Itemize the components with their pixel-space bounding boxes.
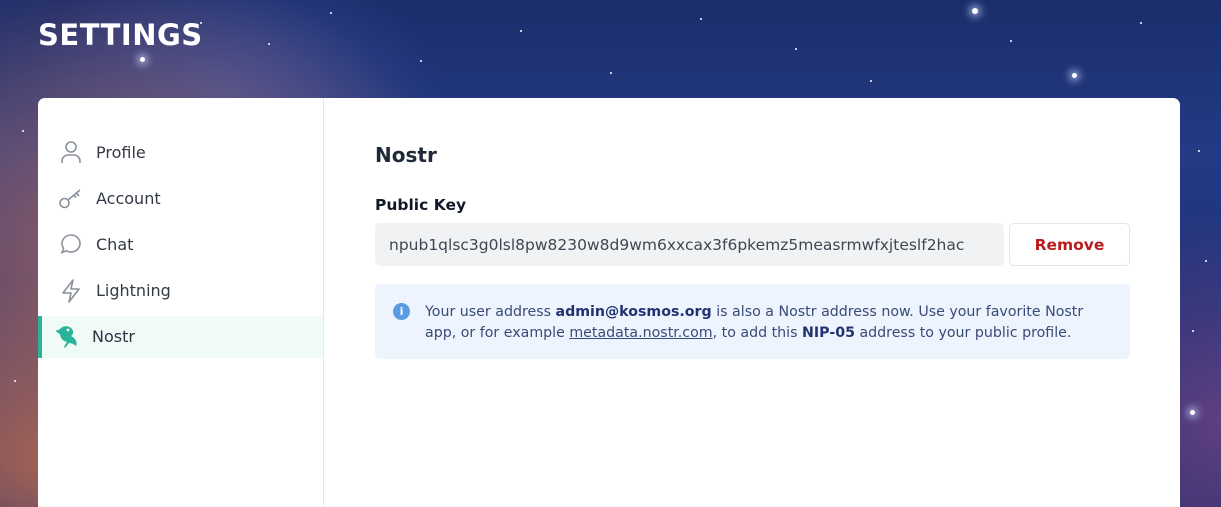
- metadata-nostr-link[interactable]: metadata.nostr.com: [569, 325, 712, 341]
- sidebar-item-nostr[interactable]: Nostr: [38, 315, 323, 358]
- page-title: SETTINGS: [38, 18, 203, 52]
- public-key-row: Remove: [375, 223, 1130, 266]
- nostr-info-notice: i Your user address admin@kosmos.org is …: [375, 284, 1130, 359]
- info-icon: i: [393, 303, 410, 320]
- settings-panel: Profile Account Chat Lightning Nostr Nos…: [38, 98, 1180, 507]
- sidebar-item-account[interactable]: Account: [38, 177, 323, 219]
- remove-button[interactable]: Remove: [1009, 223, 1130, 266]
- chat-bubble-icon: [58, 231, 84, 257]
- info-text-part: Your user address: [425, 304, 551, 320]
- sidebar-item-label: Lightning: [96, 281, 171, 301]
- sidebar-item-label: Chat: [96, 234, 134, 254]
- settings-sidebar: Profile Account Chat Lightning Nostr: [38, 98, 324, 507]
- user-icon: [58, 139, 84, 165]
- public-key-label: Public Key: [375, 196, 467, 214]
- key-icon: [58, 185, 84, 211]
- public-key-field[interactable]: [375, 223, 1004, 266]
- sidebar-item-label: Account: [96, 188, 161, 208]
- sidebar-item-label: Profile: [96, 142, 146, 162]
- lightning-bolt-icon: [58, 278, 84, 304]
- info-text-part: address to your public profile.: [859, 325, 1072, 341]
- sidebar-item-chat[interactable]: Chat: [38, 223, 323, 265]
- sidebar-item-profile[interactable]: Profile: [38, 131, 323, 173]
- info-text: Your user address admin@kosmos.org is al…: [425, 302, 1112, 359]
- nostr-ostrich-icon: [54, 324, 80, 350]
- nostr-settings-content: Nostr Public Key Remove i Your user addr…: [324, 98, 1180, 507]
- sidebar-item-label: Nostr: [92, 327, 135, 347]
- user-address: admin@kosmos.org: [555, 304, 712, 320]
- info-text-part: , to add this: [712, 325, 798, 341]
- nip-05-label: NIP-05: [802, 325, 855, 341]
- sidebar-item-lightning[interactable]: Lightning: [38, 270, 323, 312]
- section-title: Nostr: [375, 143, 437, 167]
